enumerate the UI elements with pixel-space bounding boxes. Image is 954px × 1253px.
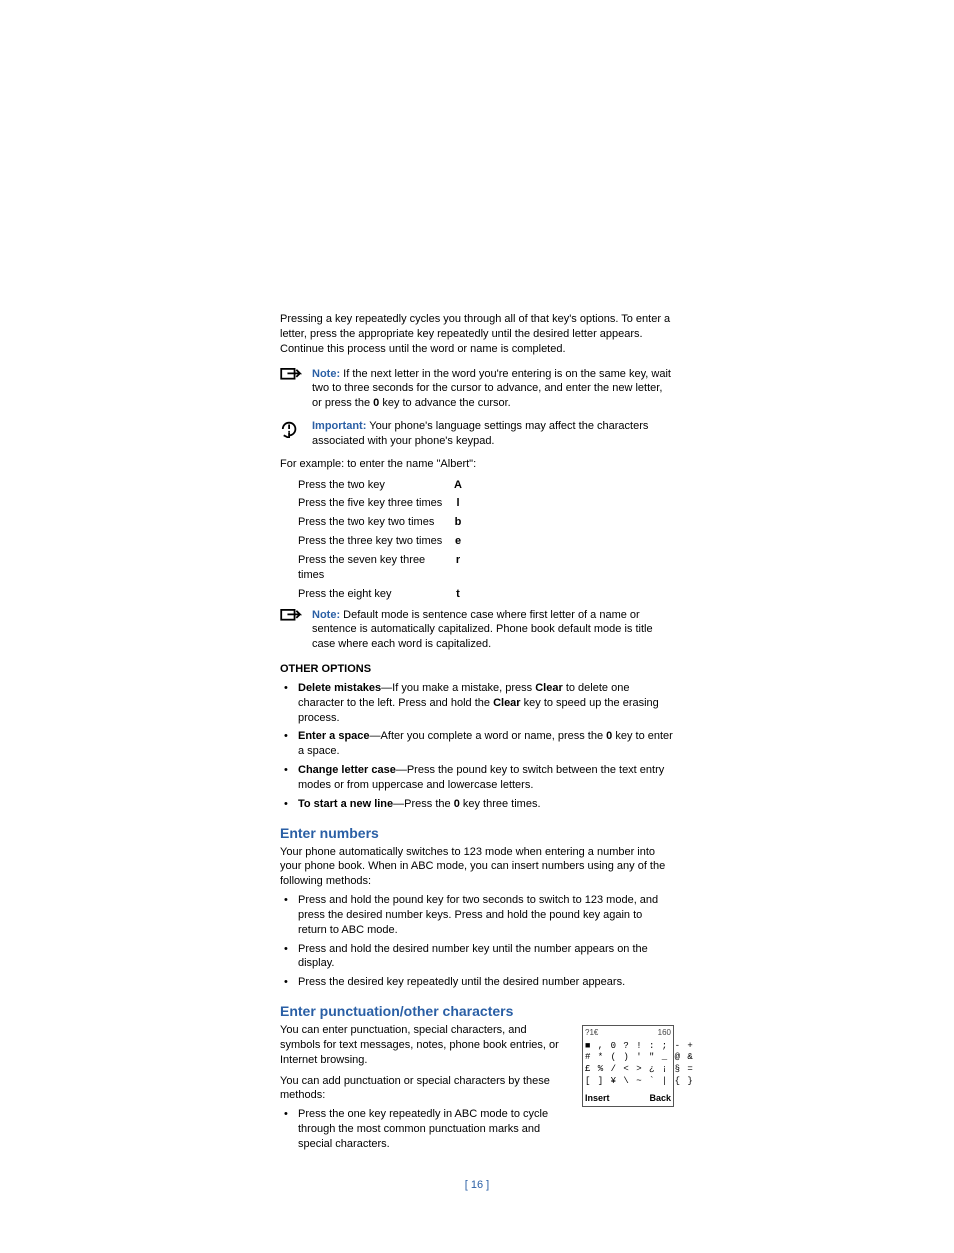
key-row: Press the three key two times e [298,534,674,549]
phone-line-2: # * ( ) ' " _ @ & [585,1052,671,1064]
lead: Delete mistakes [298,682,381,694]
key-row: Press the seven key three times r [298,553,674,583]
punct-paragraph-1: You can enter punctuation, special chara… [280,1023,570,1068]
note-icon [280,608,312,630]
phone-softkey-right: Back [649,1092,671,1104]
option-newline: To start a new line—Press the 0 key thre… [280,797,674,812]
enter-numbers-heading: Enter numbers [280,824,674,843]
numbers-bullet: Press and hold the pound key for two sec… [280,893,674,938]
punct-bullet: Press the one key repeatedly in ABC mode… [280,1107,570,1152]
key-action: Press the three key two times [298,534,448,549]
note-2-text: Note: Default mode is sentence case wher… [312,608,674,653]
t: —If you make a mistake, press [381,682,535,694]
key-action: Press the five key three times [298,496,448,511]
option-delete: Delete mistakes—If you make a mistake, p… [280,681,674,726]
important-callout: Important: Your phone's language setting… [280,419,674,449]
key-row: Press the eight key t [298,587,674,602]
note-2-body: Default mode is sentence case where firs… [312,609,653,651]
other-options-list: Delete mistakes—If you make a mistake, p… [280,681,674,812]
key-action: Press the eight key [298,587,448,602]
phone-mode-indicator: ?1€ [585,1028,598,1039]
key-letter: l [448,496,468,511]
key-letter: t [448,587,468,602]
phone-char-count: 160 [658,1028,671,1039]
numbers-bullet: Press and hold the desired number key un… [280,942,674,972]
punct-bullets: Press the one key repeatedly in ABC mode… [280,1107,570,1152]
intro-paragraph: Pressing a key repeatedly cycles you thr… [280,312,674,357]
note-label: Note: [312,368,340,380]
key-letter: e [448,534,468,549]
phone-line-4: [ ] ¥ \ ~ ` | { } [585,1076,671,1088]
key-letter: b [448,515,468,530]
key-row: Press the five key three times l [298,496,674,511]
note-1-body-b: key to advance the cursor. [379,397,510,409]
note-callout-1: Note: If the next letter in the word you… [280,367,674,412]
phone-line-1: ■ , 0 ? ! : ; - + [585,1041,671,1053]
phone-screen: ?1€ 160 ■ , 0 ? ! : ; - + # * ( ) ' " _ … [582,1025,674,1107]
enter-numbers-list: Press and hold the pound key for two sec… [280,893,674,990]
lead: Change letter case [298,764,396,776]
key-action: Press the seven key three times [298,553,448,583]
note-icon [280,367,312,389]
lead: To start a new line [298,798,393,810]
phone-softkey-left: Insert [585,1092,610,1104]
t: —After you complete a word or name, pres… [370,730,607,742]
punct-paragraph-2: You can add punctuation or special chara… [280,1074,570,1104]
important-text: Important: Your phone's language setting… [312,419,674,449]
important-icon [280,419,312,443]
note-callout-2: Note: Default mode is sentence case wher… [280,608,674,653]
key-row: Press the two key A [298,478,674,493]
numbers-bullet: Press the desired key repeatedly until t… [280,975,674,990]
enter-punct-heading: Enter punctuation/other characters [280,1002,674,1021]
lead: Enter a space [298,730,370,742]
enter-numbers-intro: Your phone automatically switches to 123… [280,845,674,890]
phone-line-3: £ % / < > ¿ ¡ § = [585,1064,671,1076]
key-action: Press the two key two times [298,515,448,530]
key-action: Press the two key [298,478,448,493]
key-row: Press the two key two times b [298,515,674,530]
example-intro: For example: to enter the name "Albert": [280,457,674,472]
option-case: Change letter case—Press the pound key t… [280,763,674,793]
key-letter: r [448,553,468,583]
note-1-text: Note: If the next letter in the word you… [312,367,674,412]
note-label: Note: [312,609,340,621]
key-table: Press the two key A Press the five key t… [298,478,674,602]
key: Clear [493,697,521,709]
key: Clear [535,682,563,694]
t: key three times. [460,798,541,810]
option-space: Enter a space—After you complete a word … [280,729,674,759]
other-options-heading: OTHER OPTIONS [280,662,674,677]
key-letter: A [448,478,468,493]
page-number: [ 16 ] [280,1178,674,1193]
important-label: Important: [312,420,366,432]
t: —Press the [393,798,454,810]
